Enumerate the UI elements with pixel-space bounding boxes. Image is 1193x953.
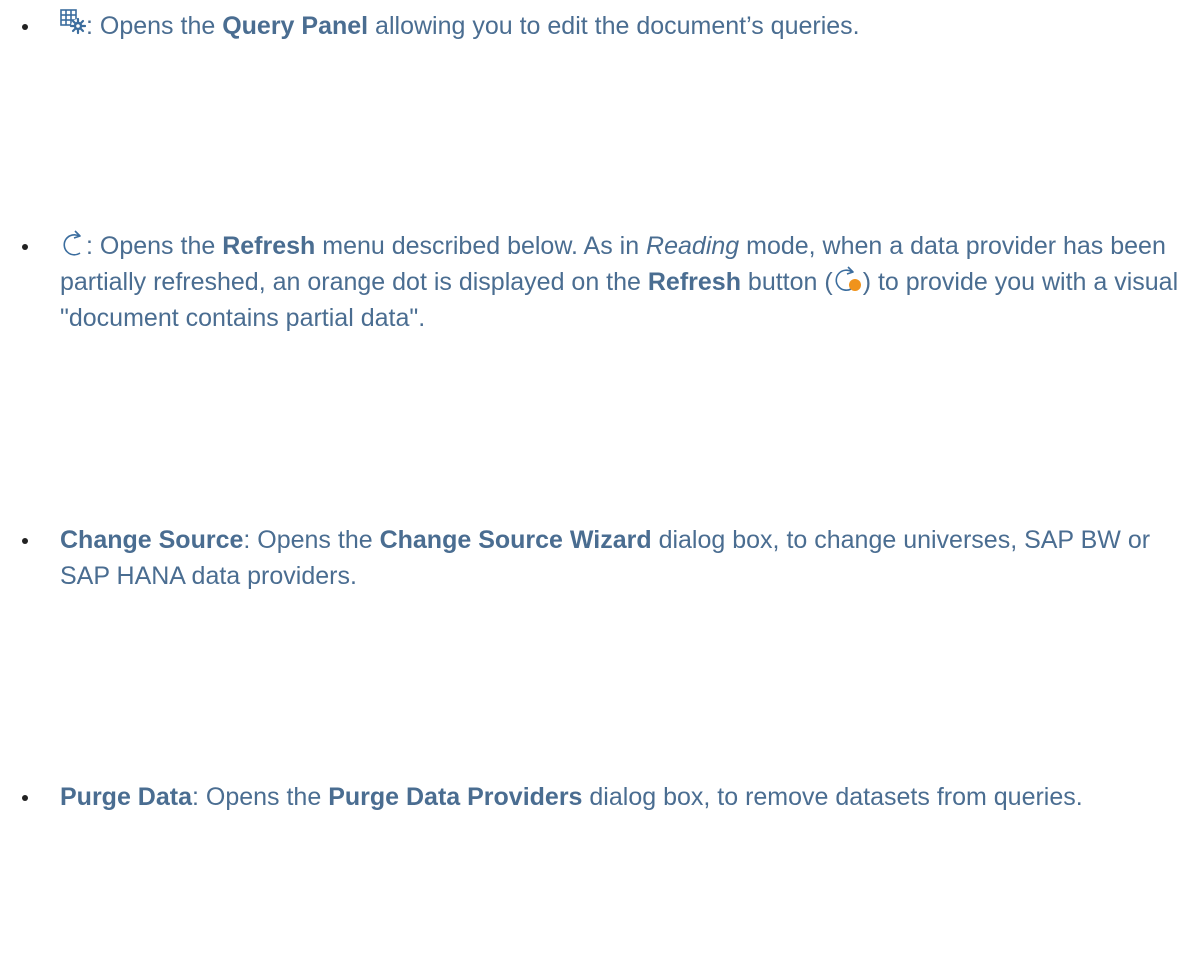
refresh-partial-icon [833, 264, 863, 294]
refresh-icon [60, 228, 86, 258]
bullet [20, 8, 30, 44]
query-panel-icon [60, 8, 87, 38]
list-item: : Opens the Refresh menu described below… [22, 228, 1185, 336]
list-item: Purge Data: Opens the Purge Data Provide… [22, 779, 1185, 815]
bullet [20, 779, 30, 815]
list-item: : Opens the Query Panel allowing you to … [22, 8, 1185, 44]
bullet [20, 228, 30, 264]
list-item: Change Source: Opens the Change Source W… [22, 522, 1185, 594]
bullet [20, 522, 30, 558]
